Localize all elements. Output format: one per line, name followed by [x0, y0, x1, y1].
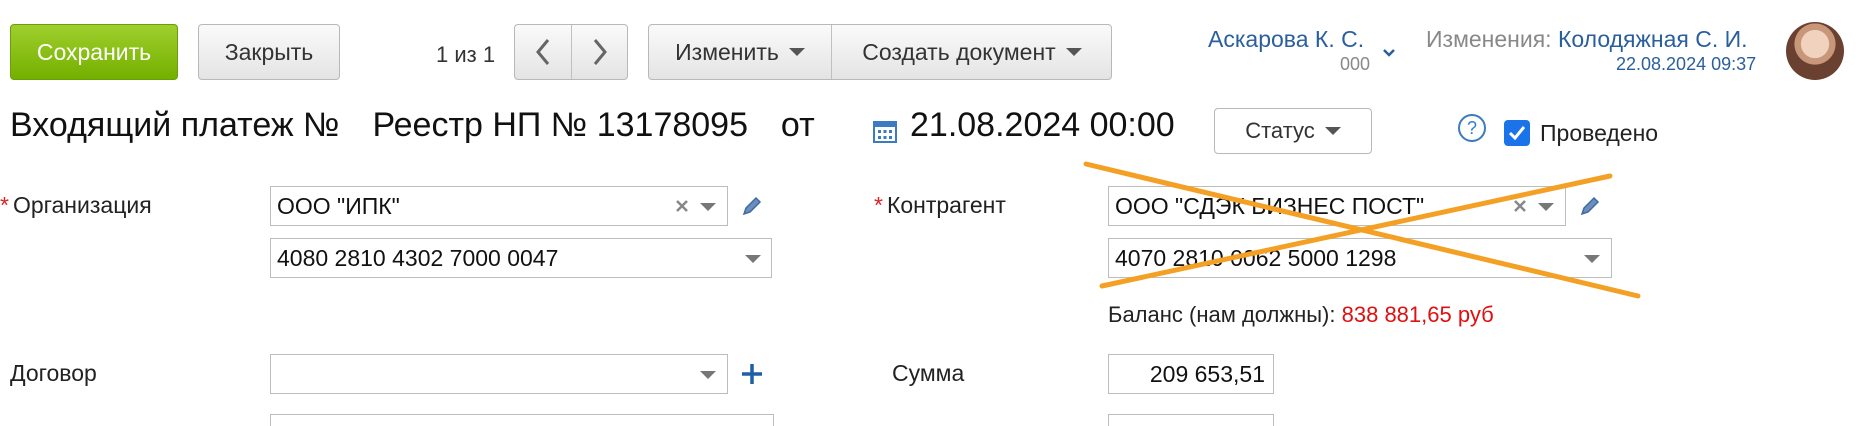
- changes-datetime: 22.08.2024 09:37: [1616, 54, 1757, 74]
- user-name[interactable]: Аскарова К. С.: [1208, 26, 1364, 53]
- chevron-down-icon: [788, 48, 805, 56]
- record-counter: 1 из 1: [436, 42, 496, 67]
- required-mark: *: [0, 192, 9, 218]
- cross-out-annotation: [1083, 161, 1641, 299]
- nav-group: [514, 24, 628, 80]
- doc-date[interactable]: 21.08.2024 00:00: [910, 106, 1175, 145]
- sum-label: Сумма: [892, 360, 965, 386]
- organization-account-value: 4080 2810 4302 7000 0047: [277, 244, 559, 271]
- next-row-field[interactable]: [270, 414, 774, 426]
- contractor-label-text: Контрагент: [886, 192, 1006, 218]
- changes-label: Изменения:: [1426, 26, 1552, 52]
- status-label: Статус: [1245, 118, 1315, 143]
- plus-icon[interactable]: [740, 362, 764, 386]
- status-dropdown-button[interactable]: Статус: [1214, 108, 1372, 154]
- create-document-label: Создать документ: [862, 38, 1056, 65]
- contract-label: Договор: [10, 360, 97, 386]
- clear-x-icon[interactable]: [674, 198, 690, 214]
- sum-value: 209 653,51: [1149, 360, 1265, 387]
- help-icon[interactable]: ?: [1458, 114, 1486, 142]
- action-group: Изменить Создать документ: [648, 24, 1112, 80]
- chevron-down-icon[interactable]: [745, 255, 761, 263]
- chevron-down-icon[interactable]: [700, 371, 716, 379]
- change-dropdown-button[interactable]: Изменить: [649, 25, 831, 79]
- from-label: от: [780, 106, 815, 144]
- chevron-left-icon: [536, 39, 550, 65]
- pencil-icon[interactable]: [740, 194, 764, 218]
- doc-type-title: Входящий платеж №: [10, 106, 340, 144]
- save-button[interactable]: Сохранить: [10, 24, 178, 80]
- chevron-right-icon: [593, 39, 607, 65]
- avatar[interactable]: [1786, 22, 1844, 80]
- calendar-icon[interactable]: [872, 118, 898, 144]
- changes-info: Изменения: Колодяжная С. И.: [1426, 26, 1748, 53]
- sum-field[interactable]: 209 653,51: [1108, 354, 1274, 394]
- chevron-down-icon: [1065, 48, 1082, 56]
- user-code: 000: [1340, 54, 1371, 74]
- prev-button[interactable]: [515, 25, 571, 79]
- posted-checkbox[interactable]: [1504, 120, 1530, 146]
- organization-account-field[interactable]: 4080 2810 4302 7000 0047: [270, 238, 772, 278]
- contractor-label: * Контрагент: [874, 192, 1006, 219]
- chevron-down-icon: [1324, 127, 1341, 135]
- organization-label-text: Организация: [12, 192, 152, 218]
- changes-author-link[interactable]: Колодяжная С. И.: [1558, 26, 1748, 52]
- checkmark-icon: [1508, 126, 1526, 141]
- organization-label: * Организация: [0, 192, 152, 219]
- organization-value: ООО "ИПК": [277, 192, 400, 219]
- organization-field[interactable]: ООО "ИПК": [270, 186, 728, 226]
- contract-field[interactable]: [270, 354, 728, 394]
- next-button[interactable]: [572, 25, 628, 79]
- next-row-field[interactable]: [1108, 414, 1274, 426]
- chevron-down-icon[interactable]: [700, 203, 716, 211]
- user-dropdown-icon[interactable]: [1382, 48, 1396, 58]
- posted-label: Проведено: [1540, 120, 1659, 146]
- required-mark: *: [874, 192, 883, 218]
- page-title: Входящий платеж № Реестр НП № 13178095 о…: [10, 106, 815, 145]
- close-button[interactable]: Закрыть: [198, 24, 340, 80]
- doc-number[interactable]: Реестр НП № 13178095: [372, 106, 748, 144]
- create-document-button[interactable]: Создать документ: [832, 25, 1112, 79]
- change-label: Изменить: [675, 38, 779, 65]
